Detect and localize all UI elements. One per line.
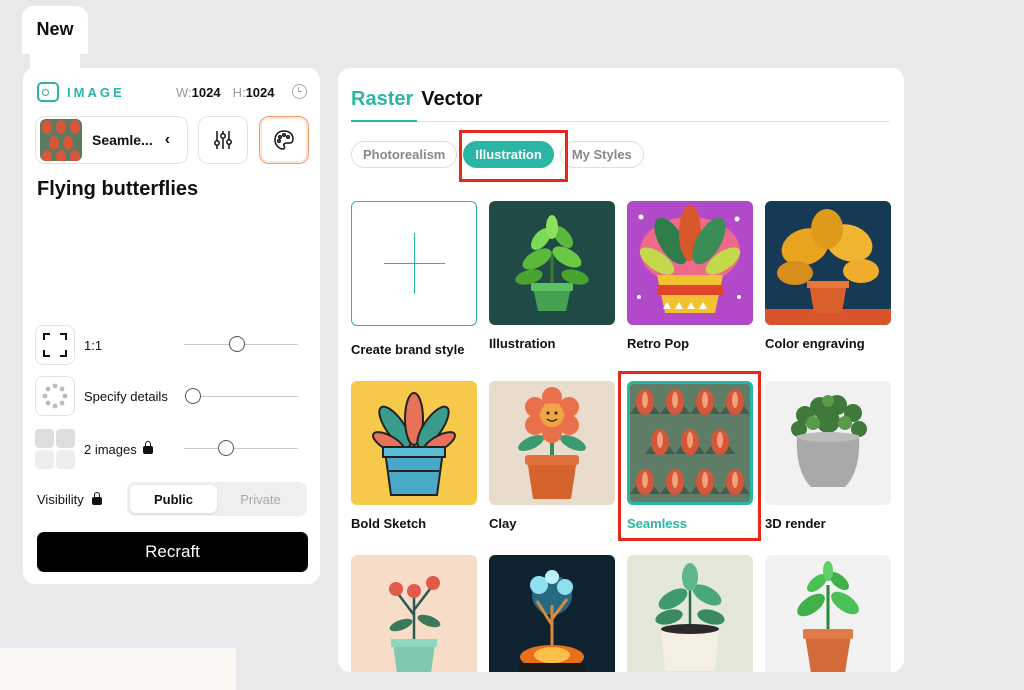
details-row[interactable]: Specify details <box>35 376 168 416</box>
visibility-private[interactable]: Private <box>217 485 304 513</box>
style-preview <box>489 381 615 505</box>
visibility-label-group: Visibility <box>37 491 102 507</box>
palette-icon <box>274 130 294 150</box>
card-label: Illustration <box>489 336 556 351</box>
style-preview <box>765 555 891 672</box>
chevron-left-icon: ‹ <box>164 131 171 148</box>
dimensions[interactable]: W:1024 H:1024 <box>176 85 275 100</box>
tab-new-label: New <box>36 19 74 39</box>
lock-icon <box>91 491 102 505</box>
tabs-divider <box>351 121 890 122</box>
tab-raster[interactable]: Raster <box>351 88 413 111</box>
width-label: W: <box>176 85 192 100</box>
details-label: Specify details <box>84 388 168 404</box>
style-selector[interactable]: Seamle... ‹ <box>35 116 188 164</box>
card-illustration[interactable]: Illustration <box>489 201 615 351</box>
card-label: Color engraving <box>765 336 865 351</box>
height-readout: H:1024 <box>233 85 275 100</box>
card-color-engraving[interactable]: Color engraving <box>765 201 891 351</box>
slider-knob[interactable] <box>229 336 245 352</box>
card-label: Create brand style <box>351 342 465 357</box>
style-preview <box>765 381 891 505</box>
aspect-ratio-slider[interactable] <box>184 336 298 352</box>
panel-gap <box>322 158 336 678</box>
style-preview <box>489 201 615 325</box>
card-label: Bold Sketch <box>351 516 427 531</box>
images-count-label: 2 images <box>84 441 137 457</box>
style-thumbnail <box>40 119 82 161</box>
style-preview <box>765 201 891 325</box>
tab-new[interactable]: New <box>22 6 88 54</box>
height-value: 1024 <box>245 85 275 100</box>
style-preview <box>351 555 477 672</box>
details-slider[interactable] <box>184 388 298 404</box>
plus-icon <box>351 201 477 326</box>
sliders-icon <box>214 131 232 149</box>
image-section-header: IMAGE <box>37 82 125 102</box>
slider-knob[interactable] <box>185 388 201 404</box>
tab-vector[interactable]: Vector <box>421 88 482 111</box>
lock-icon <box>142 441 153 454</box>
card-style-9[interactable] <box>351 555 477 672</box>
style-picker-panel: Raster Vector Photorealism Illustration … <box>338 68 904 672</box>
card-create-brand-style[interactable]: Create brand style <box>351 201 477 357</box>
aspect-ratio-icon <box>35 325 75 365</box>
card-bold-sketch[interactable]: Bold Sketch <box>351 381 477 531</box>
width-value: 1024 <box>191 85 221 100</box>
image-icon <box>37 82 59 102</box>
card-style-10[interactable] <box>489 555 615 672</box>
width-readout: W:1024 <box>176 85 221 100</box>
clock-icon[interactable] <box>292 84 307 99</box>
card-style-11[interactable] <box>627 555 753 672</box>
card-retro-pop[interactable]: Retro Pop <box>627 201 753 351</box>
visibility-label: Visibility <box>37 492 84 507</box>
visibility-public[interactable]: Public <box>130 485 217 513</box>
images-count-row[interactable]: 2 images <box>35 429 153 469</box>
style-name: Seamle... <box>92 132 153 148</box>
chip-my-styles[interactable]: My Styles <box>559 141 644 168</box>
card-style-12[interactable] <box>765 555 891 672</box>
card-label: Retro Pop <box>627 336 690 351</box>
recraft-button[interactable]: Recraft <box>37 532 308 572</box>
card-clay[interactable]: Clay <box>489 381 615 531</box>
aspect-ratio-label: 1:1 <box>84 337 103 353</box>
slider-knob[interactable] <box>218 440 234 456</box>
palette-button[interactable] <box>259 116 309 164</box>
card-label: Clay <box>489 516 517 531</box>
style-preview <box>627 201 753 325</box>
grid-icon <box>35 429 75 469</box>
dots-circle-icon <box>35 376 75 416</box>
highlight-illustration-chip <box>459 130 568 182</box>
style-type-tabs: Raster Vector <box>351 88 482 111</box>
aspect-ratio-row[interactable]: 1:1 <box>35 325 102 365</box>
image-section-label: IMAGE <box>67 84 125 100</box>
background-strip <box>0 648 236 690</box>
height-label: H: <box>232 85 246 100</box>
chip-photorealism[interactable]: Photorealism <box>351 141 458 168</box>
style-preview <box>351 381 477 505</box>
card-label: 3D render <box>765 516 826 531</box>
visibility-toggle[interactable]: Public Private <box>127 482 307 516</box>
style-preview <box>627 555 753 672</box>
left-panel: IMAGE W:1024 H:1024 Seamle... ‹ Flying b… <box>23 68 320 584</box>
adjustments-button[interactable] <box>198 116 248 164</box>
style-preview <box>489 555 615 672</box>
card-3d-render[interactable]: 3D render <box>765 381 891 531</box>
active-tab-indicator <box>351 120 417 122</box>
images-count-slider[interactable] <box>184 440 298 456</box>
highlight-seamless-card <box>618 371 761 541</box>
prompt-text[interactable]: Flying butterflies <box>37 178 198 201</box>
